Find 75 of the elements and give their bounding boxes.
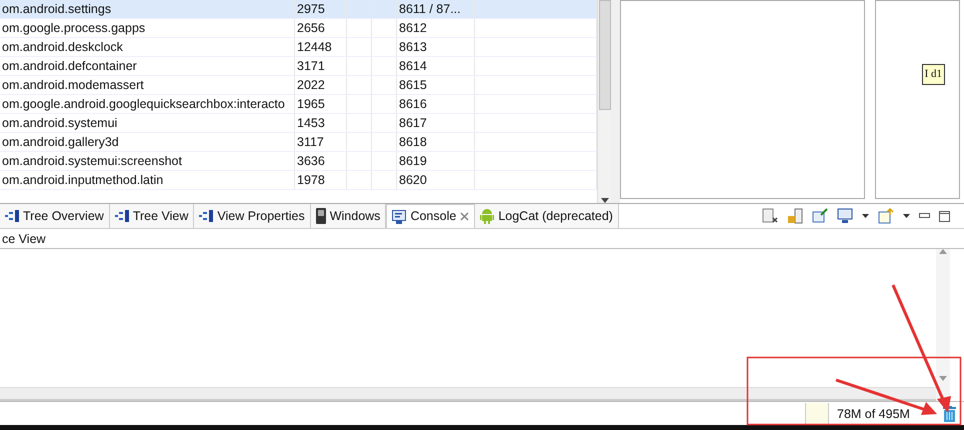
tab[interactable]: View Properties — [194, 204, 311, 228]
tab-label: Console — [410, 208, 456, 226]
diagram-node[interactable]: I d1 — [922, 64, 945, 85]
android-icon — [480, 208, 494, 224]
table-cell: om.android.deskclock — [0, 38, 295, 56]
table-row[interactable]: om.android.deskclock 12448 8613 — [0, 38, 597, 57]
tree-icon — [5, 210, 19, 222]
table-cell: 8618 — [397, 133, 475, 151]
scrollbar[interactable] — [597, 0, 611, 203]
tab-label: Windows — [330, 208, 380, 225]
table-row[interactable]: om.android.systemui 1453 8617 — [0, 114, 597, 133]
monitor-icon[interactable] — [837, 208, 853, 224]
tab[interactable]: Console — [386, 204, 476, 228]
table-cell: om.android.settings — [0, 0, 295, 18]
tab-label: Tree Overview — [23, 208, 104, 225]
table-row[interactable]: om.android.modemassert 2022 8615 — [0, 76, 597, 95]
table-cell: 8616 — [397, 95, 475, 113]
table-cell: 1453 — [295, 114, 347, 132]
table-cell: 8612 — [397, 19, 475, 37]
table-cell: 2975 — [295, 0, 347, 18]
heap-bar — [805, 402, 828, 424]
table-row[interactable]: om.android.gallery3d 3117 8618 — [0, 133, 597, 152]
table-row[interactable]: om.android.defcontainer 3171 8614 — [0, 57, 597, 76]
table-row[interactable]: om.android.settings 2975 8611 / 87... — [0, 0, 597, 19]
phone-icon — [316, 208, 326, 224]
table-cell: om.google.process.gapps — [0, 19, 295, 37]
table-cell: 3117 — [295, 133, 347, 151]
table-cell: om.android.systemui — [0, 114, 295, 132]
table-cell: 8611 / 87... — [397, 0, 475, 18]
maximize-icon[interactable] — [939, 210, 950, 222]
monitor-icon — [392, 210, 406, 224]
table-cell: 8614 — [397, 57, 475, 75]
table-cell: om.google.android.googlequicksearchbox:interacto — [0, 95, 295, 113]
tab-label: LogCat (deprecated) — [498, 208, 613, 225]
tab[interactable]: Tree Overview — [0, 204, 110, 228]
caret-icon[interactable] — [903, 214, 910, 218]
table-cell: 1965 — [295, 95, 347, 113]
tab[interactable]: LogCat (deprecated) — [475, 204, 619, 228]
table-cell: 8613 — [397, 38, 475, 56]
tab-label: Tree View — [132, 208, 188, 225]
table-cell: 8617 — [397, 114, 475, 132]
table-row[interactable]: om.android.systemui:screenshot 3636 8619 — [0, 152, 597, 171]
table-cell: 8615 — [397, 76, 475, 94]
tab-label: View Properties — [217, 208, 305, 225]
pin-icon[interactable] — [812, 208, 828, 224]
table-cell: 8619 — [397, 152, 475, 170]
tab[interactable]: Tree View — [110, 204, 194, 228]
table-cell: om.android.modemassert — [0, 76, 295, 94]
table-cell: 8620 — [397, 171, 475, 189]
caret-icon[interactable] — [862, 214, 869, 218]
tab[interactable]: Windows — [310, 204, 386, 228]
tree-icon — [199, 210, 214, 222]
new-console-icon[interactable] — [878, 208, 894, 224]
table-cell: 3171 — [295, 57, 347, 75]
table-cell: 2656 — [295, 19, 347, 37]
close-icon[interactable] — [460, 212, 470, 221]
minimize-icon[interactable] — [919, 213, 930, 219]
table-cell: 12448 — [295, 38, 347, 56]
tree-icon — [114, 210, 129, 222]
table-row[interactable]: om.android.inputmethod.latin 1978 8620 — [0, 171, 597, 190]
table-cell: 3636 — [295, 152, 347, 170]
table-cell: 1978 — [295, 171, 347, 189]
scroll-lock-icon[interactable] — [787, 208, 803, 224]
table-cell: om.android.inputmethod.latin — [0, 171, 295, 189]
scroll-up-icon[interactable] — [939, 249, 947, 254]
clear-console-icon[interactable] — [762, 208, 778, 224]
table-row[interactable]: om.google.android.googlequicksearchbox:interacto 1965 8616 — [0, 95, 597, 114]
table-cell: 2022 — [295, 76, 347, 94]
table-cell: om.android.defcontainer — [0, 57, 295, 75]
view-title: ce View — [0, 229, 964, 249]
scrollbar[interactable] — [0, 387, 936, 401]
table-cell: om.android.gallery3d — [0, 133, 295, 151]
scrollbar[interactable] — [936, 249, 950, 401]
table-cell: om.android.systemui:screenshot — [0, 152, 295, 170]
table-row[interactable]: om.google.process.gapps 2656 8612 — [0, 19, 597, 38]
